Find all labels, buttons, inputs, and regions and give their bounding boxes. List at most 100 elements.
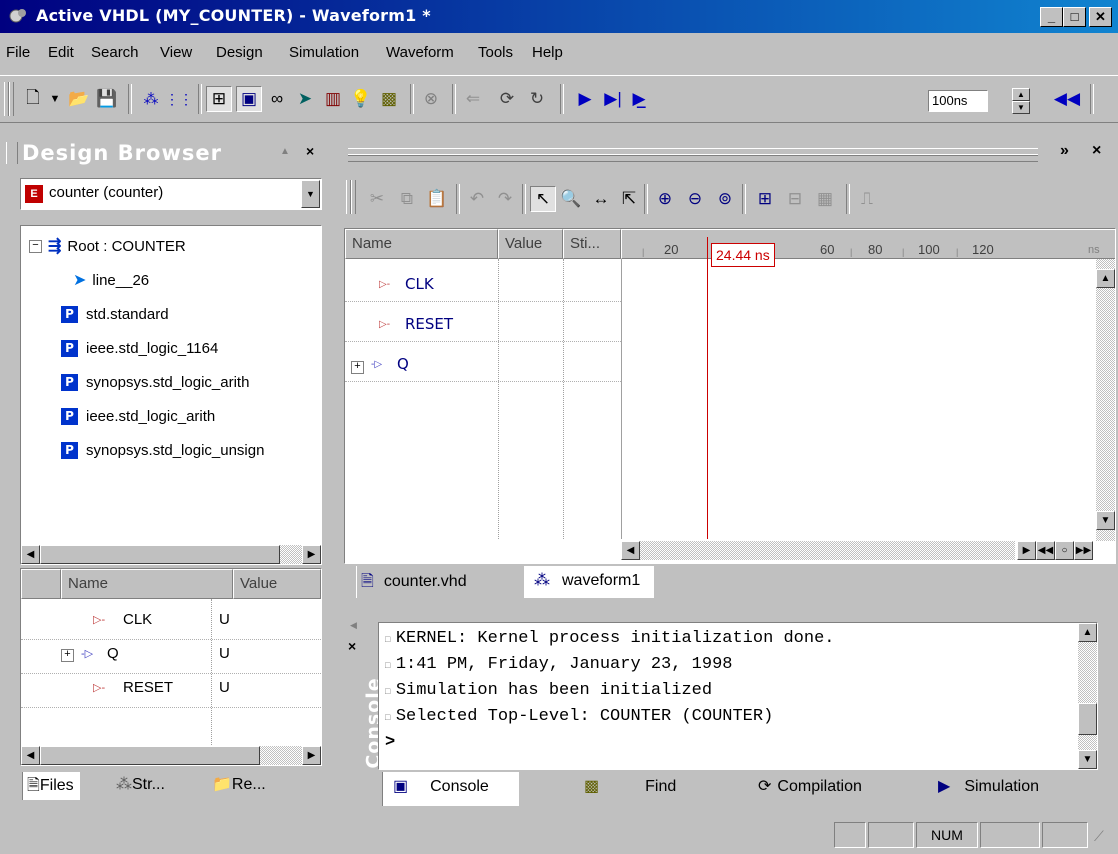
zoom-fit-icon[interactable]: ⊚: [712, 186, 738, 212]
save-icon[interactable]: 💾: [94, 86, 120, 112]
scroll-right-icon[interactable]: ▶: [302, 746, 321, 765]
collapse-panel-icon[interactable]: ▲: [280, 146, 290, 157]
scroll-left-icon[interactable]: ◀: [21, 746, 40, 765]
lightbulb-icon[interactable]: 💡: [348, 86, 374, 112]
menu-design[interactable]: Design: [216, 44, 263, 61]
scroll-left-icon[interactable]: ◀: [21, 545, 40, 564]
tree-package-item[interactable]: Pieee.std_logic_1164: [61, 334, 218, 362]
scroll-down-icon[interactable]: ▼: [1096, 511, 1115, 530]
stop-icon[interactable]: ⊗: [418, 86, 444, 112]
zoom-out-icon[interactable]: ⊖: [682, 186, 708, 212]
rewind-icon[interactable]: ◀◀: [1054, 86, 1080, 112]
menu-file[interactable]: File: [6, 44, 30, 61]
menu-waveform[interactable]: Waveform: [386, 44, 454, 61]
tab-console[interactable]: ▣ Console: [382, 772, 519, 806]
dropdown-arrow-icon[interactable]: ▼: [301, 180, 320, 208]
scroll-right-icon[interactable]: ▶: [1017, 541, 1036, 560]
tree-package-item[interactable]: Psynopsys.std_logic_unsign: [61, 436, 264, 464]
tree-hscrollbar[interactable]: ◀ ▶: [21, 545, 321, 564]
close-panel-icon[interactable]: ×: [306, 143, 314, 159]
minimize-button[interactable]: _: [1040, 7, 1063, 27]
table-row[interactable]: + -▷ Q U: [21, 641, 321, 674]
time-cursor[interactable]: [707, 237, 708, 539]
console-toggle-icon[interactable]: ▣: [236, 86, 262, 112]
remove-signal-icon[interactable]: ⊟: [782, 186, 808, 212]
edge-icon[interactable]: ⎍: [854, 186, 880, 212]
scroll-right-icon[interactable]: ▶: [302, 545, 321, 564]
undo-icon[interactable]: ↶: [464, 186, 490, 212]
column-header-value[interactable]: Value: [233, 569, 321, 599]
step-back-icon[interactable]: ⇐: [460, 86, 486, 112]
redo-icon[interactable]: ↷: [492, 186, 518, 212]
waveform-signal-row[interactable]: + -▷ Q: [345, 351, 621, 382]
waveform-signal-row[interactable]: ▷- CLK: [345, 271, 621, 302]
menu-simulation[interactable]: Simulation: [289, 44, 359, 61]
tab-files[interactable]: 🗎Files: [22, 772, 80, 800]
copy-icon[interactable]: ⧉: [394, 186, 420, 212]
maximize-button[interactable]: □: [1063, 7, 1086, 27]
table-row[interactable]: ▷- RESET U: [21, 675, 321, 708]
menu-help[interactable]: Help: [532, 44, 563, 61]
column-header-name[interactable]: Name: [345, 229, 498, 259]
console-vscrollbar[interactable]: ▲ ▼: [1078, 623, 1097, 769]
title-bar[interactable]: Active VHDL (MY_COUNTER) - Waveform1 * _…: [0, 0, 1118, 33]
scroll-down-icon[interactable]: ▼: [1078, 750, 1097, 769]
time-step-input[interactable]: 100ns: [928, 90, 988, 112]
column-header-value[interactable]: Value: [498, 229, 563, 259]
center-icon[interactable]: ○: [1055, 541, 1074, 560]
link-icon[interactable]: ∞: [264, 86, 290, 112]
library-icon[interactable]: ▥: [320, 86, 346, 112]
compile-icon[interactable]: ➤: [292, 86, 318, 112]
tree-package-item[interactable]: Pstd.standard: [61, 300, 169, 328]
zoom-icon[interactable]: 🔍: [558, 186, 584, 212]
page-back-icon[interactable]: ◀◀: [1036, 541, 1055, 560]
scroll-up-icon[interactable]: ▲: [1096, 269, 1115, 288]
column-header-name[interactable]: Name: [61, 569, 233, 599]
scroll-thumb[interactable]: [40, 746, 260, 765]
time-step-spinner[interactable]: ▲ ▼: [1012, 88, 1030, 114]
waveform-hscrollbar[interactable]: ◀: [621, 541, 1015, 560]
close-button[interactable]: ✕: [1089, 7, 1112, 27]
run-icon[interactable]: ▶: [572, 86, 598, 112]
column-header-stimulator[interactable]: Sti...: [563, 229, 621, 259]
tab-waveform1[interactable]: ⁂ waveform1: [524, 566, 655, 598]
tab-structure[interactable]: ⁂Str...: [112, 772, 171, 794]
menu-tools[interactable]: Tools: [478, 44, 513, 61]
select-pointer-icon[interactable]: ↖: [530, 186, 556, 212]
expand-icon[interactable]: +: [61, 649, 74, 662]
spin-up-icon[interactable]: ▲: [1012, 88, 1030, 101]
reinit-icon[interactable]: ↻: [524, 86, 550, 112]
expand-icon[interactable]: +: [351, 361, 364, 374]
toolbar-grip[interactable]: [9, 82, 14, 116]
tree-process-item[interactable]: ➤ line__26: [73, 266, 149, 294]
waveform-vscrollbar[interactable]: ▲ ▼: [1096, 259, 1115, 541]
measure-icon[interactable]: ↔: [588, 186, 614, 212]
design-browser-toggle-icon[interactable]: ⊞: [206, 86, 232, 112]
tree-package-item[interactable]: Psynopsys.std_logic_arith: [61, 368, 249, 396]
menu-search[interactable]: Search: [91, 44, 139, 61]
bus-icon[interactable]: ▦: [812, 186, 838, 212]
open-folder-icon[interactable]: 📂: [66, 86, 92, 112]
tree-root-item[interactable]: − ⇶ Root : COUNTER: [29, 232, 186, 260]
table-row[interactable]: ▷- CLK U: [21, 607, 321, 640]
spin-down-icon[interactable]: ▼: [1012, 101, 1030, 114]
structure-icon[interactable]: ⋮⋮: [165, 86, 193, 112]
table-hscrollbar[interactable]: ◀ ▶: [21, 746, 321, 765]
scroll-left-icon[interactable]: ◀: [621, 541, 640, 560]
design-unit-select[interactable]: E counter (counter) ▼: [20, 178, 322, 210]
tab-resources[interactable]: 📁Re...: [208, 772, 272, 794]
zoom-in-icon[interactable]: ⊕: [652, 186, 678, 212]
console-prompt[interactable]: >: [385, 733, 395, 752]
close-panel-icon[interactable]: ×: [1092, 142, 1101, 160]
paste-icon[interactable]: 📋: [424, 186, 450, 212]
hierarchy-icon[interactable]: ⁂: [138, 86, 164, 112]
cut-icon[interactable]: ✂: [364, 186, 390, 212]
run-for-icon[interactable]: ▶̲: [626, 86, 652, 112]
collapse-icon[interactable]: −: [29, 239, 42, 253]
add-signal-icon[interactable]: ⊞: [752, 186, 778, 212]
collapse-panel-icon[interactable]: ◀: [350, 620, 357, 631]
tab-compilation[interactable]: ⟳ Compilation: [750, 776, 868, 796]
close-panel-icon[interactable]: ×: [348, 638, 356, 654]
time-ruler[interactable]: | 20 60 | 80 | 100 | 120 ns: [621, 229, 1115, 259]
menu-view[interactable]: View: [160, 44, 192, 61]
